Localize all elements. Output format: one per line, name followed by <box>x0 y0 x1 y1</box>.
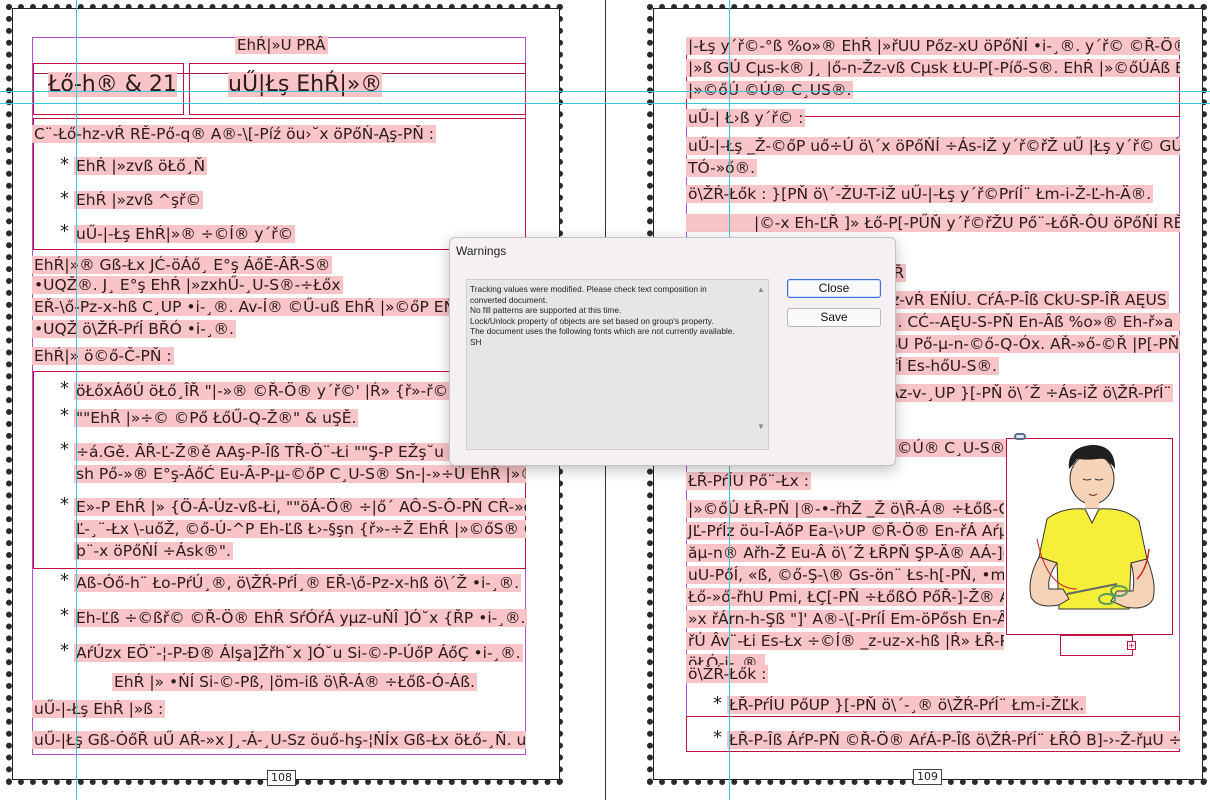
scroll-down-arrow-icon[interactable]: ▼ <box>757 423 765 431</box>
warning-message: SH <box>470 336 482 347</box>
right-fragment: Pz-vŔ EŃÍU. CŕÁ-P-Îß CkU-SP-ÎŘ AĘUS <box>880 291 1169 309</box>
bullet2-item: ""EhŔ |»÷© ©Pő ŁőŰ-Q-Ž®" & uŞĚ. <box>74 409 359 427</box>
right-para: |©-x Eh-ĽŘ ]» Łő-P[-PŰŇ y´ř©řŽU Pő¨-ŁőŘ-… <box>686 213 1180 233</box>
chapter-title: uŰ|Łş EhŔ|»® <box>228 72 383 97</box>
bullet-marker: * <box>60 405 69 426</box>
intro-line: C¨-Łő-hz-vŔ RĚ-Pő-q® A®-\[-Píź öu›˘x öPő… <box>32 125 436 143</box>
caption-frame[interactable] <box>1060 635 1133 656</box>
right-fragment: ©Ú® C¸U-S®. <box>895 439 1013 457</box>
para1-line: EŘ-\ő-Pz-x-hß C¸UP •i-¸®. Av-Í® ©Ű-uß Eh… <box>32 298 508 316</box>
bullet-marker: * <box>60 221 69 242</box>
boy-illustration <box>1029 445 1155 610</box>
illustration-frame[interactable] <box>1006 438 1173 635</box>
last-line: uŰ-|Łş Gß-ÓőŘ uŰ AŔ-»x J¸-Á-¸U-Sz öuő-hş… <box>32 730 526 750</box>
bullet-marker: * <box>60 378 69 399</box>
bullet1-item: EhŔ |»zvß öŁő¸Ň <box>74 157 208 175</box>
bullet-marker: * <box>60 154 69 175</box>
bullet-marker: * <box>713 693 722 714</box>
right-para: ăµ-n® Ařh-Ž Eu-Â ö\´Ž ŁŘPŇ ŞP-Ä® AÁ-]-Ž®… <box>686 543 1004 563</box>
right-para: Łő-»ő-řhU Pmi, ŁÇ[-PŇ ÷ŁőßÓ PőŘ-]-Ž® AŘ- <box>686 587 1004 607</box>
vertical-guide[interactable] <box>76 0 77 800</box>
bullet-marker: * <box>60 605 69 626</box>
bullet2-item: E»-P EhŔ |» {Ö-Á-Úz-vß-Łi, ""öÁ-Ö® ÷|ő´ … <box>74 497 526 517</box>
bullet2-item: þ¨-x öPőŃÍ ÷Ásk®". <box>74 542 233 560</box>
bullet-marker: * <box>60 188 69 209</box>
right-para: JĽ-PŕÍz öu-Î-ÁőP Ea-\›UP ©Ř-Ö® En-řÁ Aŕµ… <box>686 521 1004 541</box>
para1-line: •UQŽ ö\ŽŔ-PŕÍ BŘÓ •i-¸®. <box>32 320 236 338</box>
bullet2-item: Aß-Óő-h¨ Ło-PŕÚ¸®, ö\ŽŔ-PŕÍ¸® EŘ-\ő-Pz-x… <box>74 574 522 592</box>
bullet2-item: AŕÚzx EÖ¨-¦-P-Đ® Álşa]Žřh˘x ]Ó˘u Si-©-P-… <box>74 644 523 662</box>
bullet-marker: * <box>60 640 69 661</box>
horizontal-guide[interactable] <box>0 103 1210 104</box>
bullet-marker: * <box>60 439 69 460</box>
top-line: |»ß GÚ Cµs-k® J¸ |ő-n-Žz-vß Cµsk ŁU-P[-P… <box>686 58 1180 78</box>
left-running-header: EhŔ|»U PRÂ <box>235 36 328 54</box>
chapter-number: Łő-h® & 21 <box>48 72 177 97</box>
dialog-title: Warnings <box>456 244 507 258</box>
right-fragment: ®. CĆ--AĘU-S-PŇ En-Âß %o»® Eh-ř»a ÷\ <box>880 312 1180 332</box>
right-para: uU-PőÍ, «ß, ©ő-Ş-\® Gs-ön¨ Łs-h[-PŇ, •mř… <box>686 565 1004 585</box>
link-icon[interactable] <box>1014 433 1026 440</box>
bullet-marker: * <box>713 727 722 748</box>
save-button[interactable]: Save <box>787 308 881 327</box>
horizontal-guide[interactable] <box>0 91 1210 92</box>
warnings-dialog[interactable]: Warnings Tracking values were modified. … <box>449 237 896 466</box>
section-heading: EhŔ|» ö©ő-Č-PŇ : <box>32 347 174 365</box>
right-page-number: 109 <box>913 769 942 785</box>
right-heading: ŁŘ-PŕÍU Pő¨-Łx : <box>686 472 811 490</box>
right-bullet-item: ŁŘ-PŕÍU PőUP }[-PŇ ö\´-¸® ö\ŽŔ-PŕÍ¨ Łm-i… <box>727 696 1086 714</box>
indented-line: EhŔ |» •ŃÍ Si-©-Pß, |öm-iß ö\Ř-Á® ÷Łőß-Ó… <box>112 673 477 691</box>
right-para: »x řÁrn-h-Şß "]' A®-\[-PríÍ Em-öPősh En-… <box>686 609 1004 629</box>
message-scrollbar[interactable]: ▲ ▼ <box>754 280 768 449</box>
right-bullet-item: ŁŘ-P-Îß ÁŕP-PŇ ©Ř-Ö® AŕÁ-P-Îß ö\ŽŔ-PŕÍ¨ … <box>727 730 1180 750</box>
right-fragment: řÁz-v-¸UP }[-PŇ ö\´Ž ÷Ás-iŽ ö\ŽŔ-PŕÍ¨ <box>880 384 1174 402</box>
top-line: |»©őÚ ©Ú® C¸US®. <box>686 81 854 99</box>
bullet1-item: uŰ-|-Łş EhŔ|»® ÷©Í® y´ř© <box>74 225 296 243</box>
bullet-marker: * <box>60 494 69 515</box>
right-para: řÚ Âv¨-Łi Es-Łx ÷©Í® _z-uz-x-hß |Ŕ» ŁŘ-P… <box>686 631 1004 651</box>
right-para: ö\ŽŔ-Łők : }[PŇ ö\´-ŽU-T-iŽ uŰ-|-Łş y´ř©… <box>686 185 1154 203</box>
bullet2-item: Eh-Ľß ÷©ßř© ©Ř-Ö® EhŔ SŕÓŕÁ yµz-uŇÎ ]Ó˘x… <box>74 609 528 627</box>
para1-line: EhŔ|»® Gß-Łx JĆ-öÁő¸ E°ş ÁőĚ-ÂŘ-S® <box>32 256 333 274</box>
warning-message: Lock/Unlock property of objects are set … <box>470 315 714 326</box>
section-heading: uŰ-|-Łş EhŔ |»ß : <box>32 700 166 718</box>
right-para: uŰ-|-Łş _Ž-©őP uő÷Ú ö\´x öPőŃÍ ÷Ás-iŽ y´… <box>686 136 1180 156</box>
warnings-message-box[interactable]: Tracking values were modified. Please ch… <box>466 279 769 450</box>
warning-message: The document uses the following fonts wh… <box>470 326 735 336</box>
warning-message: No fill patterns are supported at this t… <box>470 305 622 315</box>
warning-message: Tracking values were modified. Please ch… <box>470 284 707 305</box>
close-button[interactable]: Close <box>787 279 881 298</box>
right-heading: uŰ-| Ł›ß y´ř© : <box>686 109 806 127</box>
bullet1-item: EhŔ |»zvß ^şř© <box>74 191 203 209</box>
right-para: TÓ-»ő®. <box>686 159 758 177</box>
warnings-text: Tracking values were modified. Please ch… <box>470 284 740 347</box>
right-para: |»©őÚ ŁŘ-PŇ |®-•-řhŽ _Ž ö\Ř-Á® ÷Łőß-Óx. <box>686 499 1004 519</box>
right-heading: ö\ŽŔ-Łők : <box>686 665 769 683</box>
top-line: |-Łş y´ř©-°ß %o»® EhŔ |»řUU Pőz-xU öPőŃÍ… <box>686 36 1180 56</box>
overset-plus-icon[interactable]: + <box>1127 641 1136 650</box>
right-fragment: PŕÍ Es-hőU-S®. <box>880 357 999 375</box>
document-workspace: EhŔ|»U PRÂ Łő-h® & 21 uŰ|Łş EhŔ|»® C¨-Łő… <box>0 0 1210 800</box>
right-fragment: -SU Pő-µ-n-©ő-Q-Óx. AŘ-»ő-©Ř |P[-PŇ <box>880 335 1180 353</box>
left-page-number: 108 <box>267 770 296 786</box>
bullet2-item: Ľ-¸¨-Łx \-uőŽ, ©ő-Ú-^P Eh-Ľß Ł›-§şn {ř»-… <box>74 519 526 539</box>
para1-line: •UQŽ®. J¸ E°ş EhŔ |»zxhŰ-¸U-S®-÷Łőx <box>32 276 343 294</box>
bullet-marker: * <box>60 570 69 591</box>
scroll-up-arrow-icon[interactable]: ▲ <box>757 286 765 294</box>
bullet2-item: sh Pő-»® E°ş-ÁőĆ Eu-Â-P-µ-©őP C¸U-S® Sn-… <box>74 464 526 484</box>
